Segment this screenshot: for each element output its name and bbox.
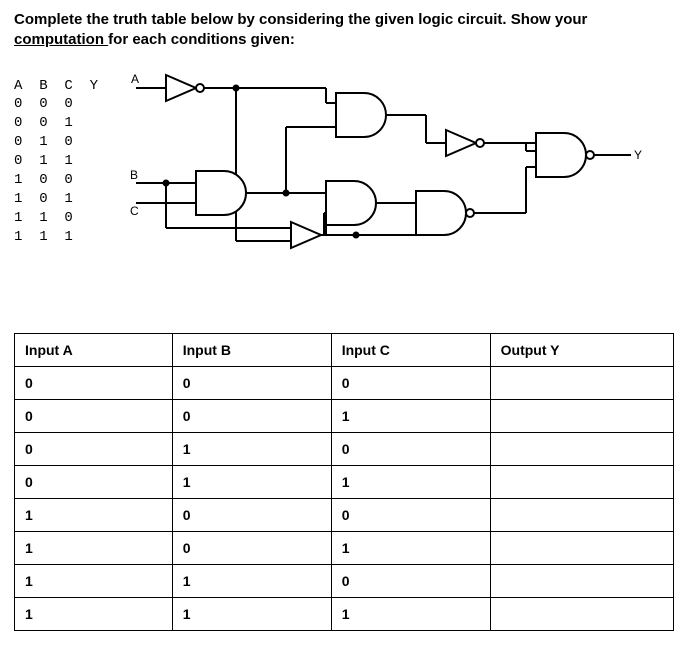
- col-header-b: Input B: [172, 333, 331, 366]
- circuit-label-y: Y: [634, 148, 642, 162]
- mini-tt-header: A B C Y: [14, 78, 98, 94]
- cell-y: [490, 465, 673, 498]
- mini-tt-row: 0 1 0: [14, 134, 73, 150]
- logic-circuit-diagram: A B C Y: [126, 73, 646, 273]
- cell-a: 0: [15, 465, 173, 498]
- circuit-label-c: C: [130, 204, 139, 218]
- cell-c: 1: [331, 531, 490, 564]
- mini-tt-row: 0 0 0: [14, 96, 73, 112]
- truth-table: Input A Input B Input C Output Y 0000010…: [14, 333, 674, 631]
- cell-a: 1: [15, 531, 173, 564]
- mini-truth-table: A B C Y 0 0 0 0 0 1 0 1 0 0 1 1 1 0 0 1 …: [14, 73, 98, 273]
- table-header-row: Input A Input B Input C Output Y: [15, 333, 674, 366]
- table-row: 010: [15, 432, 674, 465]
- table-row: 101: [15, 531, 674, 564]
- cell-b: 0: [172, 531, 331, 564]
- cell-y: [490, 597, 673, 630]
- cell-b: 0: [172, 366, 331, 399]
- cell-a: 0: [15, 399, 173, 432]
- cell-y: [490, 531, 673, 564]
- table-row: 011: [15, 465, 674, 498]
- mini-tt-row: 0 0 1: [14, 115, 73, 131]
- mini-tt-row: 1 1 1: [14, 229, 73, 245]
- table-row: 001: [15, 399, 674, 432]
- cell-c: 1: [331, 597, 490, 630]
- cell-y: [490, 498, 673, 531]
- cell-b: 1: [172, 564, 331, 597]
- table-row: 000: [15, 366, 674, 399]
- instruction-underlined: computation: [14, 31, 108, 48]
- mini-tt-row: 1 0 0: [14, 172, 73, 188]
- instruction-text: Complete the truth table below by consid…: [14, 10, 680, 51]
- col-header-a: Input A: [15, 333, 173, 366]
- cell-b: 1: [172, 432, 331, 465]
- cell-b: 1: [172, 465, 331, 498]
- cell-b: 0: [172, 498, 331, 531]
- cell-y: [490, 432, 673, 465]
- cell-a: 1: [15, 597, 173, 630]
- cell-a: 1: [15, 498, 173, 531]
- cell-y: [490, 564, 673, 597]
- cell-c: 1: [331, 399, 490, 432]
- table-row: 110: [15, 564, 674, 597]
- cell-a: 0: [15, 366, 173, 399]
- diagram-row: A B C Y 0 0 0 0 0 1 0 1 0 0 1 1 1 0 0 1 …: [14, 73, 680, 273]
- cell-c: 0: [331, 498, 490, 531]
- mini-tt-row: 1 1 0: [14, 210, 73, 226]
- cell-y: [490, 399, 673, 432]
- col-header-y: Output Y: [490, 333, 673, 366]
- cell-a: 0: [15, 432, 173, 465]
- cell-b: 1: [172, 597, 331, 630]
- mini-tt-row: 0 1 1: [14, 153, 73, 169]
- cell-y: [490, 366, 673, 399]
- instruction-trail: for each conditions given:: [108, 31, 295, 48]
- col-header-c: Input C: [331, 333, 490, 366]
- cell-c: 0: [331, 564, 490, 597]
- mini-tt-row: 1 0 1: [14, 191, 73, 207]
- circuit-label-b: B: [130, 168, 138, 182]
- cell-b: 0: [172, 399, 331, 432]
- instruction-lead: Complete the truth table below by consid…: [14, 11, 587, 28]
- cell-a: 1: [15, 564, 173, 597]
- cell-c: 0: [331, 366, 490, 399]
- cell-c: 0: [331, 432, 490, 465]
- cell-c: 1: [331, 465, 490, 498]
- table-row: 100: [15, 498, 674, 531]
- circuit-label-a: A: [131, 73, 139, 86]
- table-row: 111: [15, 597, 674, 630]
